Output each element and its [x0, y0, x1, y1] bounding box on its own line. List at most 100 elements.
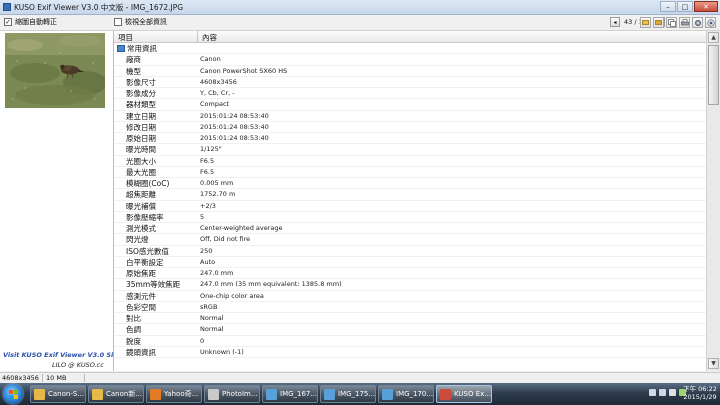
taskbar-button[interactable]: Canon新... — [88, 385, 144, 403]
show-all-checkbox[interactable] — [114, 18, 122, 26]
table-row[interactable]: 器材類型 Compact — [114, 99, 706, 111]
scroll-down-button[interactable]: ▼ — [708, 358, 719, 369]
folder-icon — [92, 388, 103, 400]
window-controls: – □ ✕ — [660, 1, 718, 12]
row-item-name: ISO感光數值 — [126, 246, 169, 256]
table-row[interactable]: 鏡頭資訊 Unknown (-1) — [114, 347, 706, 358]
previous-image-button[interactable]: ◂ — [610, 17, 620, 27]
window-title: KUSO Exif Viewer V3.0 中文版 - IMG_1672.JPG — [14, 3, 184, 12]
taskbar-button-label: IMG_175... — [338, 390, 376, 398]
row-item-value: One-chip color area — [200, 291, 264, 300]
table-row[interactable]: 影像尺寸 4608x3456 — [114, 77, 706, 88]
taskbar-button[interactable]: KUSO Ex... — [436, 385, 492, 403]
table-row[interactable]: 對比 Normal — [114, 313, 706, 325]
table-row[interactable]: 35mm等效焦距 247.0 mm (35 mm equivalent: 1385… — [114, 279, 706, 291]
taskbar-button-label: KUSO Ex... — [454, 390, 491, 398]
row-item-name: 閃光燈 — [126, 235, 149, 245]
maximize-button[interactable]: □ — [677, 1, 693, 12]
table-row[interactable]: 原始日期 2015:01:24 08:53:40 — [114, 133, 706, 145]
row-item-name: 影像壓縮率 — [126, 212, 164, 222]
scroll-thumb[interactable] — [708, 45, 719, 105]
row-item-name: 曝光時間 — [126, 145, 156, 155]
table-row[interactable]: 感測元件 One-chip color area — [114, 291, 706, 302]
group-row-common-info[interactable]: 常用資訊 — [114, 43, 706, 55]
row-item-value: 250 — [200, 246, 213, 255]
taskbar-button[interactable]: PhotoIm... — [204, 385, 260, 403]
table-row[interactable]: 機型 Canon PowerShot SX60 HS — [114, 66, 706, 77]
table-row[interactable]: 超焦距離 1752.70 m — [114, 189, 706, 201]
scroll-up-button[interactable]: ▲ — [708, 32, 719, 43]
table-row[interactable]: 光圈大小 F6.5 — [114, 156, 706, 167]
table-row[interactable]: 色調 Normal — [114, 324, 706, 336]
table-row[interactable]: 影像成分 Y, Cb, Cr, - — [114, 88, 706, 100]
table-row[interactable]: 白平衡設定 Auto — [114, 257, 706, 268]
row-item-value: Y, Cb, Cr, - — [200, 89, 235, 97]
copy-icon[interactable] — [666, 17, 677, 28]
clock[interactable]: 下午 06:22 2015/1/29 — [683, 385, 717, 401]
row-item-value: 4608x3456 — [200, 77, 237, 86]
column-header-content[interactable]: 內容 — [202, 32, 217, 43]
photo-thumbnail[interactable] — [5, 33, 105, 108]
taskbar-button-label: Canon新... — [106, 390, 143, 398]
table-row[interactable]: 銳度 0 — [114, 336, 706, 347]
settings-icon[interactable] — [692, 17, 703, 28]
table-row[interactable]: 影像壓縮率 5 — [114, 212, 706, 223]
column-separator[interactable] — [197, 31, 198, 42]
visit-site-link[interactable]: Visit KUSO Exif Viewer V3.0 Site — [3, 351, 121, 359]
row-item-value: +2/3 — [200, 201, 216, 210]
row-item-value: 2015:01:24 08:53:40 — [200, 122, 269, 131]
exif-table: 項目 內容 常用資訊 廠商 Canon 機型 Canon PowerShot SX60… — [114, 31, 706, 371]
windows-logo-icon — [9, 390, 18, 399]
column-header-item[interactable]: 項目 — [118, 32, 133, 43]
save-folder-icon[interactable] — [653, 17, 664, 28]
row-item-value: 5 — [200, 212, 205, 221]
close-button[interactable]: ✕ — [694, 1, 718, 12]
table-row[interactable]: 修改日期 2015:01:24 08:53:40 — [114, 122, 706, 133]
taskbar-button[interactable]: IMG_167... — [262, 385, 318, 403]
print-icon[interactable] — [679, 17, 690, 28]
taskbar-button[interactable]: IMG_170... — [378, 385, 434, 403]
status-divider — [42, 374, 43, 382]
table-row[interactable]: 建立日期 2015:01:24 08:53:40 — [114, 111, 706, 122]
row-item-name: 測光模式 — [126, 224, 156, 233]
image-icon — [382, 388, 393, 400]
table-row[interactable]: 測光模式 Center-weighted average — [114, 223, 706, 235]
table-row[interactable]: 廠商 Canon — [114, 54, 706, 66]
row-item-name: 原始焦距 — [126, 269, 156, 278]
taskbar-button[interactable]: Yahoo奇... — [146, 385, 202, 403]
table-row[interactable]: 原始焦距 247.0 mm — [114, 268, 706, 280]
table-row[interactable]: 模糊圈(CoC) 0.005 mm — [114, 178, 706, 190]
row-item-value: 247.0 mm — [200, 269, 234, 277]
row-item-value: Auto — [200, 257, 216, 266]
auto-rotate-option[interactable]: ✓ 縮圖自動轉正 — [4, 17, 57, 27]
taskbar-button[interactable]: Canon-S... — [30, 385, 86, 403]
row-item-value: 1752.70 m — [200, 190, 236, 199]
network-icon[interactable] — [649, 389, 656, 396]
clock-date: 2015/1/29 — [683, 393, 717, 401]
row-item-name: 機型 — [126, 66, 141, 76]
minimize-button[interactable]: – — [660, 1, 676, 12]
help-icon[interactable] — [705, 17, 716, 28]
row-item-value: 0 — [200, 336, 205, 345]
table-row[interactable]: ISO感光數值 250 — [114, 246, 706, 257]
table-row[interactable]: 閃光燈 Off, Did not fire — [114, 234, 706, 246]
table-row[interactable]: 最大光圈 F6.5 — [114, 167, 706, 178]
start-button[interactable] — [3, 384, 23, 404]
table-row[interactable]: 色彩空間 sRGB — [114, 302, 706, 313]
table-row[interactable]: 曝光補償 +2/3 — [114, 201, 706, 212]
vertical-scrollbar[interactable]: ▲ ▼ — [706, 31, 720, 371]
app-icon — [3, 3, 11, 11]
taskbar-button-label: PhotoIm... — [222, 390, 258, 398]
row-item-value: Unknown (-1) — [200, 347, 244, 356]
show-all-option[interactable]: 檢視全部資訊 — [114, 17, 167, 27]
row-item-name: 感測元件 — [126, 291, 156, 301]
row-item-name: 最大光圈 — [126, 167, 156, 177]
volume-icon[interactable] — [659, 389, 666, 396]
taskbar-button[interactable]: IMG_175... — [320, 385, 376, 403]
auto-rotate-checkbox[interactable]: ✓ — [4, 18, 12, 26]
open-folder-icon[interactable] — [640, 17, 651, 28]
title-bar: KUSO Exif Viewer V3.0 中文版 - IMG_1672.JPG… — [0, 0, 720, 15]
flag-icon[interactable] — [669, 389, 676, 396]
table-row[interactable]: 曝光時間 1/125" — [114, 144, 706, 156]
row-item-value: Compact — [200, 100, 230, 109]
